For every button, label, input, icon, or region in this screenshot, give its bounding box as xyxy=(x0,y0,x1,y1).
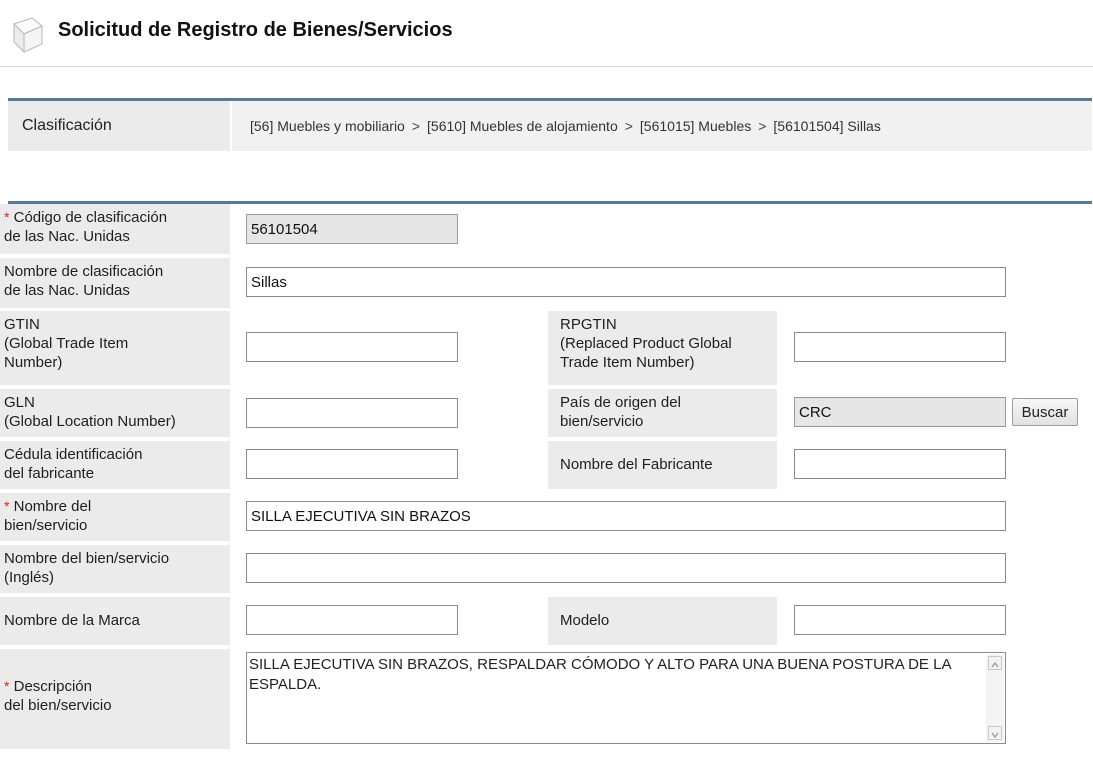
document-icon xyxy=(13,17,43,54)
unspsc-code-field[interactable] xyxy=(246,214,458,244)
required-marker: * xyxy=(4,209,10,225)
model-label: Modelo xyxy=(548,597,777,645)
item-name-en-field[interactable] xyxy=(246,553,1006,583)
country-label: País de origen del bien/servicio xyxy=(548,389,777,437)
item-name-label: * Nombre del bien/servicio xyxy=(0,493,230,541)
rpgtin-field[interactable] xyxy=(794,332,1006,362)
model-field[interactable] xyxy=(794,605,1006,635)
rpgtin-label: RPGTIN (Replaced Product Global Trade Item… xyxy=(548,311,777,385)
scroll-down-icon[interactable] xyxy=(988,726,1002,740)
required-marker: * xyxy=(4,498,10,514)
page-header: Solicitud de Registro de Bienes/Servicio… xyxy=(0,0,1093,67)
gln-field[interactable] xyxy=(246,398,458,428)
classification-label: Clasificación xyxy=(8,101,230,151)
unspsc-name-field[interactable] xyxy=(246,267,1006,297)
brand-label: Nombre de la Marca xyxy=(0,597,230,645)
breadcrumb-separator: > xyxy=(758,118,767,134)
scrollbar[interactable] xyxy=(986,654,1004,742)
breadcrumb-item[interactable]: [56] Muebles y mobiliario xyxy=(250,118,405,134)
breadcrumb-separator: > xyxy=(624,118,633,134)
brand-field[interactable] xyxy=(246,605,458,635)
unspsc-name-label: Nombre de clasificación de las Nac. Unida… xyxy=(0,258,230,308)
classification-breadcrumb: [56] Muebles y mobiliario > [5610] Muebles… xyxy=(232,101,1092,151)
breadcrumb-separator: > xyxy=(411,118,421,134)
manufacturer-name-label: Nombre del Fabricante xyxy=(548,441,777,489)
manufacturer-name-field[interactable] xyxy=(794,449,1006,479)
item-name-field[interactable] xyxy=(246,501,1006,531)
scroll-up-icon[interactable] xyxy=(988,656,1002,670)
item-name-en-label: Nombre del bien/servicio (Inglés) xyxy=(0,545,230,593)
description-textarea[interactable]: SILLA EJECUTIVA SIN BRAZOS, RESPALDAR CÓ… xyxy=(246,652,1006,744)
manufacturer-id-field[interactable] xyxy=(246,449,458,479)
required-marker: * xyxy=(4,678,10,694)
country-field[interactable] xyxy=(794,397,1006,427)
gtin-label: GTIN (Global Trade Item Number) xyxy=(0,311,230,385)
gtin-field[interactable] xyxy=(246,332,458,362)
search-country-button[interactable]: Buscar xyxy=(1012,398,1078,426)
breadcrumb-item[interactable]: [5610] Muebles de alojamiento xyxy=(427,118,618,134)
manufacturer-id-label: Cédula identificación del fabricante xyxy=(0,441,230,489)
breadcrumb-item[interactable]: [561015] Muebles xyxy=(640,118,751,134)
gln-label: GLN (Global Location Number) xyxy=(0,389,230,437)
breadcrumb-item[interactable]: [56101504] Sillas xyxy=(773,118,880,134)
unspsc-code-label: * Código de clasificación de las Nac. Uni… xyxy=(0,204,230,254)
page-title: Solicitud de Registro de Bienes/Servicio… xyxy=(58,19,453,41)
description-label: * Descripción del bien/servicio xyxy=(0,649,230,749)
